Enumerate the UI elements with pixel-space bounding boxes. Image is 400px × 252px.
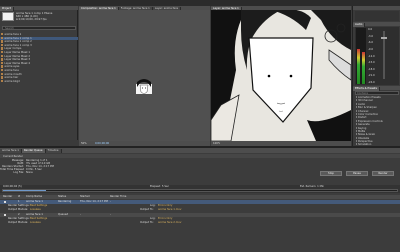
disclosure-triangle-icon[interactable] [356,109,357,112]
db-scale-label: -12.0 [368,54,375,58]
comp-face-preview [136,79,152,95]
project-item-list: anime face 1 anime face 1 comp 1 anime fac… [0,33,78,138]
composition-canvas[interactable] [79,10,210,141]
comp-timecode[interactable]: 0;00;00;00 [95,142,109,145]
audio-meter-right [362,51,365,84]
output-to-label: Output To: [140,208,154,211]
disclosure-triangle-icon[interactable] [356,112,357,115]
project-thumbnail [2,12,14,21]
output-to-value[interactable]: anime face 2.mov [158,221,181,225]
comp-zoom-level[interactable]: 50% [81,142,87,145]
db-scale-label: 0.0 [368,28,373,31]
pause-button[interactable]: Pause [346,171,368,176]
timeline-tabs: anime face 1 Render Queue Timeline [0,148,400,153]
info-panel-header [353,6,400,10]
disclosure-triangle-icon[interactable] [356,106,357,109]
composition-panel: Composition: anime face 1 Footage: anime … [79,6,210,146]
output-to-value[interactable]: anime face 1.mov [158,208,181,212]
effects-search-input[interactable]: Contains [355,91,399,95]
col-render[interactable]: Render [3,195,12,199]
layer-zoom-level[interactable]: 100% [213,142,220,145]
right-eye [289,74,293,78]
log-file-value: None [26,171,33,174]
output-module-row: Output Module: Lossless Output To: anime… [0,221,400,225]
disclosure-triangle-icon[interactable] [356,126,357,129]
effects-search-placeholder: Contains [357,92,369,95]
audio-db-scale: 0.0 -3.0 -6.0 -9.0 -12.0 -15.0 -18.0 -21.0 -24.0 [368,28,380,84]
project-item[interactable]: anime bkgd [0,79,78,84]
tab-timeline-comp[interactable]: anime face 1 [0,149,22,153]
db-scale-label: -9.0 [368,47,374,51]
disclosure-triangle-icon[interactable] [356,129,357,132]
anime-face-artwork[interactable] [211,10,351,141]
project-item-label: anime bkgd [4,79,20,83]
output-to-label: Output To: [140,221,154,224]
col-render-time[interactable]: Render Time [110,195,126,199]
disclosure-triangle-icon[interactable] [356,133,357,136]
render-progress-area: 0;00;00;04 (5) Elapsed: 5 Sec Est. Remai… [0,185,400,193]
current-render-info: Message: Rendering 1 of 1 RAM: 3% used o… [0,159,400,183]
tab-project[interactable]: Project [0,7,14,11]
col-status[interactable]: Status [58,195,66,199]
current-render-header: Current Render [0,154,400,158]
db-scale-label: -18.0 [368,67,375,71]
disclosure-triangle-icon[interactable] [356,96,357,98]
layer-panel: Layer: anime face 1 100% [211,6,351,146]
col-started[interactable]: Started [80,195,90,199]
progress-timecode: 0;00;00;04 (5) [3,185,22,188]
output-module-label: Output Module: [8,221,29,224]
output-module-row: Output Module: Lossless Output To: anime… [0,208,400,212]
effects-panel-header: Effects & Presets [353,86,400,91]
disclosure-triangle-icon[interactable] [356,119,357,122]
current-render-label: Current Render [3,154,23,158]
progress-elapsed: Elapsed: 5 Sec [150,185,170,188]
db-scale-label: -21.0 [368,74,375,78]
col-number[interactable]: # [18,195,20,199]
audio-panel-header: Audio [353,22,400,27]
project-panel-header: Project [0,6,78,11]
render-button[interactable]: Render [372,171,394,176]
audio-panel: 0.0 -3.0 -6.0 -9.0 -12.0 -15.0 -18.0 -21.0 -24.0 [355,27,399,85]
left-eye [267,74,271,78]
project-search-input[interactable]: Search [2,26,76,30]
audio-volume-slider-handle[interactable] [381,37,387,39]
render-checkbox[interactable] [4,201,6,203]
render-progress-fill [3,190,47,191]
audio-meter-left [357,49,360,84]
render-queue-panel: anime face 1 Render Queue Timeline Current… [0,148,400,252]
disclosure-triangle-icon[interactable] [356,99,357,102]
db-scale-label: -24.0 [368,81,375,84]
db-scale-label: -6.0 [368,41,374,45]
disclosure-triangle-icon[interactable] [356,140,357,143]
render-checkbox[interactable] [4,214,6,216]
progress-remaining: Est. Remain: 1 Min [300,185,325,188]
audio-meter [356,28,366,84]
effects-category-list: Animation Presets 3D Channel Audio Blur & S… [354,96,400,146]
db-scale-label: -3.0 [368,34,374,38]
right-dock: Audio 0.0 -3.0 -6.0 -9.0 -12.0 -15.0 -18.0 -21.… [352,6,400,146]
project-search-placeholder: Search [5,27,14,30]
tab-timeline[interactable]: Timeline [45,149,62,153]
render-queue-items: 1 anime face 1 Rendering Thu, Nov 14, 2:… [0,200,400,252]
disclosure-triangle-icon[interactable] [356,136,357,139]
project-info-duration: Δ 0;00;10;00, 29.97 fps [16,18,47,21]
disclosure-triangle-icon[interactable] [356,116,357,119]
output-module-value[interactable]: Lossless [30,208,41,212]
project-panel: Project anime face 1 comp 1 Ebene 640 x … [0,6,78,140]
render-progress-bar [2,189,398,192]
col-comp-name[interactable]: Comp Name [26,195,42,199]
db-scale-label: -15.0 [368,61,375,65]
disclosure-triangle-icon[interactable] [356,102,357,105]
render-queue-header: Render # Comp Name Status Started Render… [0,195,400,199]
disclosure-triangle-icon[interactable] [356,123,357,126]
output-module-label: Output Module: [8,208,29,211]
stop-button[interactable]: Stop [320,171,342,176]
tab-render-queue[interactable]: Render Queue [21,149,46,153]
info-panel [355,11,399,21]
output-module-value[interactable]: Lossless [30,221,41,225]
log-file-label: Log File: [13,171,24,174]
